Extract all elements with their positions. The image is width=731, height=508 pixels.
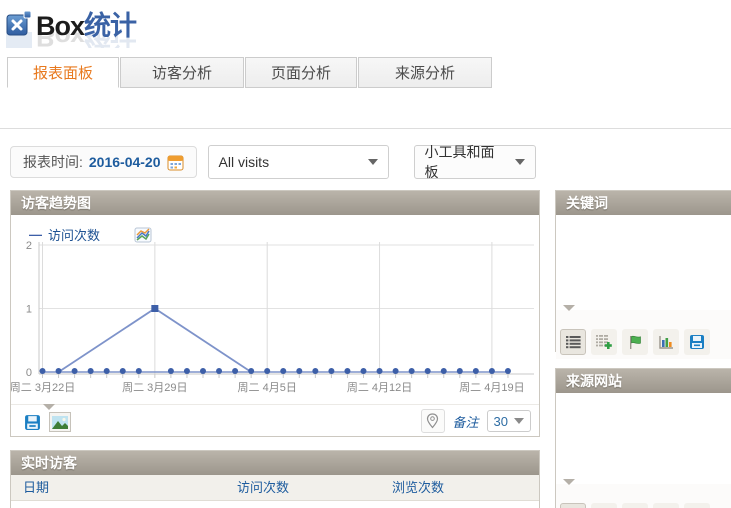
column-header-date[interactable]: 日期 — [23, 475, 49, 501]
legend-series-label: 访问次数 — [48, 225, 100, 244]
annotations-link[interactable]: 备注 — [453, 412, 479, 431]
segment-selector[interactable]: All visits — [208, 145, 389, 179]
referrer-websites-footer — [556, 484, 731, 508]
calendar-icon[interactable] — [167, 154, 184, 171]
column-header-pageviews[interactable]: 浏览次数 — [392, 475, 444, 501]
header-divider — [0, 128, 731, 129]
tab-report-dashboard[interactable]: 报表面板 — [7, 57, 119, 88]
svg-text:1: 1 — [26, 304, 32, 316]
referrer-websites-body — [556, 393, 731, 484]
annotation-pin-icon[interactable] — [421, 409, 445, 433]
svg-text:0: 0 — [26, 367, 32, 379]
keywords-footer — [556, 310, 731, 359]
realtime-table-header-row: 日期 访问次数 浏览次数 — [11, 475, 539, 501]
tab-source-analysis[interactable]: 来源分析 — [358, 57, 492, 88]
report-date-value: 2016-04-20 — [89, 154, 161, 170]
svg-text:周二 3月29日: 周二 3月29日 — [122, 381, 187, 394]
referrer-websites-widget: 来源网站 — [555, 368, 731, 508]
keywords-body — [556, 215, 731, 310]
chart-options-icon[interactable] — [134, 227, 152, 243]
report-date-selector[interactable]: 报表时间: 2016-04-20 — [10, 146, 197, 178]
main-tab-bar: 报表面板 访客分析 页面分析 来源分析 — [7, 57, 493, 88]
dashboard-page: Box统计 Box统计 报表面板 访客分析 页面分析 来源分析 报表时间: 20… — [0, 0, 731, 508]
chart-footer: 备注 30 — [11, 404, 539, 436]
goal-flag-icon[interactable] — [622, 329, 648, 355]
chart-export-icons — [21, 412, 71, 432]
app-logo[interactable]: Box统计 — [6, 4, 136, 43]
export-disk-icon[interactable] — [684, 329, 710, 355]
chart-footer-right: 备注 30 — [421, 409, 531, 433]
collapse-arrow-icon[interactable] — [43, 404, 55, 410]
realtime-visitors-header[interactable]: 实时访客 — [11, 451, 539, 475]
realtime-visitors-widget: 实时访客 日期 访问次数 浏览次数 — [10, 450, 540, 508]
table-all-columns-icon[interactable] — [591, 329, 617, 355]
svg-text:周二 4月5日: 周二 4月5日 — [238, 381, 297, 394]
filter-bar: 报表时间: 2016-04-20 All visits 小工具和面板 — [10, 145, 536, 179]
svg-text:周二 3月22日: 周二 3月22日 — [11, 381, 75, 394]
widgets-and-dashboard-button[interactable]: 小工具和面板 — [414, 145, 536, 179]
widgets-button-label: 小工具和面板 — [425, 142, 507, 182]
report-date-label: 报表时间: — [23, 152, 83, 172]
chevron-down-icon — [368, 159, 378, 165]
report-view-icons — [560, 503, 731, 508]
chart-legend: — 访问次数 — [29, 225, 152, 244]
visitor-trend-widget: 访客趋势图 012周二 3月22日周二 3月29日周二 4月5日周二 4月12日… — [10, 190, 540, 437]
bar-chart-icon[interactable] — [653, 503, 679, 508]
collapse-arrow-icon[interactable] — [563, 479, 575, 502]
chevron-down-icon — [515, 159, 525, 165]
tab-visitor-analysis[interactable]: 访客分析 — [120, 57, 244, 88]
export-disk-icon[interactable] — [684, 503, 710, 508]
rows-count-value: 30 — [494, 414, 508, 429]
bar-chart-icon[interactable] — [653, 329, 679, 355]
table-all-columns-icon[interactable] — [591, 503, 617, 508]
column-header-visits[interactable]: 访问次数 — [237, 475, 289, 501]
visitor-trend-header[interactable]: 访客趋势图 — [11, 191, 539, 215]
table-view-icon[interactable] — [560, 503, 586, 508]
svg-text:周二 4月19日: 周二 4月19日 — [459, 381, 524, 394]
segment-selector-value: All visits — [219, 154, 270, 170]
table-view-icon[interactable] — [560, 329, 586, 355]
legend-line-swatch: — — [29, 227, 42, 242]
rows-count-dropdown[interactable]: 30 — [487, 410, 531, 432]
keywords-header[interactable]: 关键词 — [556, 191, 731, 215]
referrer-websites-header[interactable]: 来源网站 — [556, 369, 731, 393]
keywords-widget: 关键词 — [555, 190, 731, 352]
collapse-arrow-icon[interactable] — [563, 305, 575, 328]
logo-text: Box统计 — [36, 4, 136, 43]
svg-text:周二 4月12日: 周二 4月12日 — [347, 381, 412, 394]
visitor-trend-chart-area: 012周二 3月22日周二 3月29日周二 4月5日周二 4月12日周二 4月1… — [11, 215, 539, 404]
logo-box-icon — [6, 10, 32, 37]
image-export-icon[interactable] — [49, 412, 71, 432]
export-disk-icon[interactable] — [21, 412, 43, 432]
chevron-down-icon — [514, 418, 524, 424]
tab-page-analysis[interactable]: 页面分析 — [245, 57, 357, 88]
report-view-icons — [560, 329, 731, 355]
goal-flag-icon[interactable] — [622, 503, 648, 508]
